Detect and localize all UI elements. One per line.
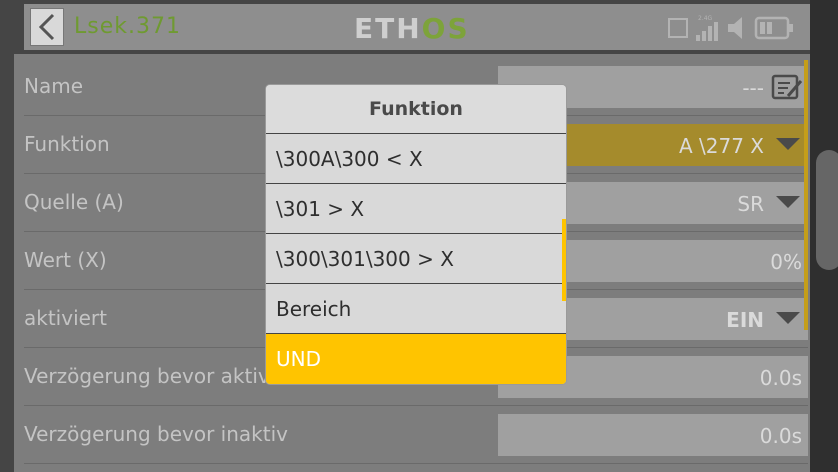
popup-scrollbar[interactable] (562, 219, 566, 301)
popup-option[interactable]: Bereich (266, 284, 566, 334)
popup-option[interactable]: \301 > X (266, 184, 566, 234)
popup-title: Funktion (266, 85, 566, 134)
bezel-knob (816, 150, 838, 270)
funktion-popup: Funktion \300A\300 < X \301 > X \300\301… (266, 85, 566, 384)
screen: Lsek.371 ETHOS 2.4G Name --- Funktion A … (0, 0, 838, 472)
popup-option[interactable]: \300\301\300 > X (266, 234, 566, 284)
popup-option[interactable]: \300A\300 < X (266, 134, 566, 184)
device-bezel (810, 0, 838, 472)
popup-option-selected[interactable]: UND (266, 334, 566, 384)
